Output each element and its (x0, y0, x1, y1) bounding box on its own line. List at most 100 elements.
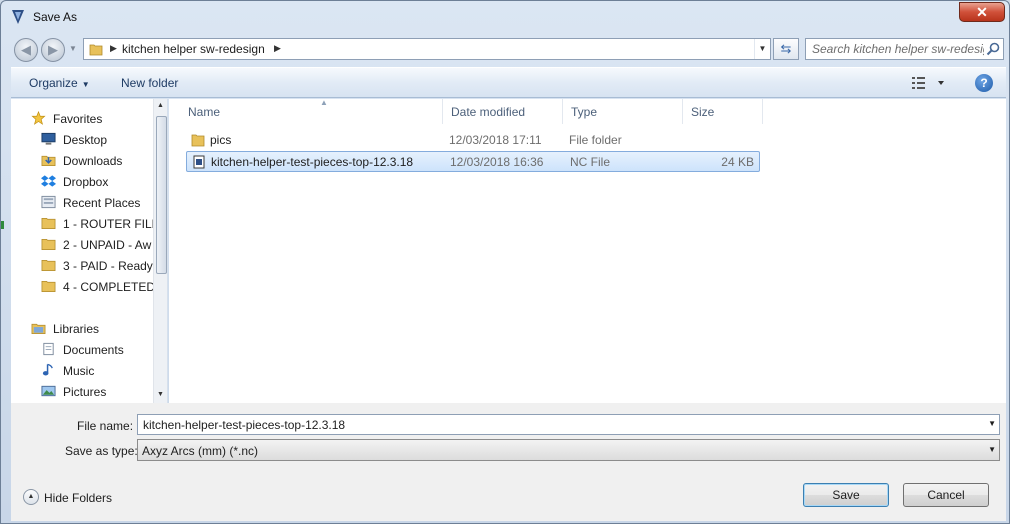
save-button[interactable]: Save (803, 483, 889, 507)
folder-icon (41, 238, 56, 250)
column-size-label: Size (691, 105, 715, 119)
star-icon (31, 111, 46, 125)
nav-item-label: Documents (63, 343, 124, 357)
organize-menu[interactable]: Organize ▼ (29, 76, 90, 90)
nav-item-unpaid[interactable]: 2 - UNPAID - Aw (11, 234, 154, 255)
nav-item-pictures[interactable]: Pictures (11, 381, 154, 402)
search-placeholder: Search kitchen helper sw-redesign (812, 42, 984, 56)
nav-favorites-label: Favorites (53, 112, 103, 126)
file-name-label: File name: (77, 419, 134, 433)
nav-item-label: Music (63, 364, 95, 378)
nav-libraries[interactable]: Libraries (11, 318, 154, 339)
chevron-down-icon: ▼ (81, 80, 90, 89)
window-title: Save As (33, 10, 78, 24)
address-history-dropdown[interactable]: ▼ (754, 39, 770, 59)
nav-item-recent-places[interactable]: Recent Places (11, 192, 154, 213)
nav-item-dropbox[interactable]: Dropbox (11, 171, 154, 192)
breadcrumb-separator-icon[interactable]: ▶ (274, 43, 281, 54)
desktop-icon (41, 132, 56, 145)
list-item-selected[interactable]: kitchen-helper-test-pieces-top-12.3.18 1… (186, 151, 760, 172)
nav-item-downloads[interactable]: Downloads (11, 150, 154, 171)
refresh-button[interactable]: ⇆ (773, 38, 799, 60)
recent-places-icon (41, 195, 56, 209)
search-input[interactable]: Search kitchen helper sw-redesign (805, 38, 1004, 60)
column-header-date[interactable]: Date modified (443, 99, 563, 124)
save-as-dialog: Save As ✕ ◀ ▶ ▼ ▶ kitchen helper sw-rede… (0, 0, 1010, 524)
column-header-name[interactable]: Name ▲ (180, 98, 443, 124)
nav-item-label: Downloads (63, 154, 123, 168)
nav-libraries-label: Libraries (53, 322, 100, 336)
new-folder-button[interactable]: New folder (121, 76, 178, 90)
cancel-button[interactable]: Cancel (903, 483, 989, 507)
nav-item-router-file[interactable]: 1 - ROUTER FILE (11, 213, 154, 234)
file-size: 24 KB (721, 155, 754, 169)
column-type-label: Type (571, 105, 598, 119)
scroll-down-icon[interactable]: ▼ (157, 391, 164, 398)
address-bar[interactable]: ▶ kitchen helper sw-redesign ▶ ▼ (83, 38, 771, 60)
column-header-size[interactable]: Size (683, 99, 763, 124)
nav-item-label: 1 - ROUTER FILE (63, 217, 154, 231)
folder-icon (41, 280, 56, 292)
breadcrumb-current-folder[interactable]: kitchen helper sw-redesign (122, 42, 265, 56)
nav-item-label: 4 - COMPLETED (63, 280, 154, 294)
file-name: pics (210, 133, 232, 147)
forward-button[interactable]: ▶ (41, 38, 65, 62)
list-item[interactable]: pics 12/03/2018 17:11 File folder (186, 130, 760, 151)
nav-item-paid[interactable]: 3 - PAID - Ready (11, 255, 154, 276)
column-name-label: Name (188, 105, 221, 119)
search-icon[interactable] (986, 42, 1000, 56)
nav-item-music[interactable]: Music (11, 360, 154, 381)
file-name-input[interactable]: kitchen-helper-test-pieces-top-12.3.18 ▼ (137, 414, 1000, 435)
documents-icon (43, 342, 54, 356)
libraries-icon (31, 323, 46, 334)
navigation-scrollbar[interactable]: ▲ ▼ (153, 99, 167, 403)
column-header-type[interactable]: Type (563, 99, 683, 124)
file-list: Name ▲ Date modified Type Size pics 12/0… (169, 98, 1006, 403)
app-icon (12, 10, 24, 24)
close-button[interactable]: ✕ (959, 2, 1005, 22)
file-name-value: kitchen-helper-test-pieces-top-12.3.18 (143, 418, 346, 432)
command-toolbar: Organize ▼ New folder ? (11, 67, 1006, 98)
nav-item-label: Dropbox (63, 175, 109, 189)
nav-item-desktop[interactable]: Desktop (11, 129, 154, 150)
save-form: File name: kitchen-helper-test-pieces-to… (11, 403, 1006, 521)
chevron-down-icon[interactable]: ▼ (988, 419, 996, 428)
nav-item-completed[interactable]: 4 - COMPLETED (11, 276, 154, 297)
nav-item-documents[interactable]: Documents (11, 339, 154, 360)
nav-item-label: Pictures (63, 385, 107, 399)
background-window-edge (1, 221, 4, 229)
folder-icon (191, 134, 205, 147)
file-date: 12/03/2018 16:36 (450, 155, 544, 169)
collapse-up-icon: ▲ (23, 489, 39, 505)
sort-ascending-icon: ▲ (320, 98, 328, 107)
folder-icon (89, 44, 103, 56)
save-type-value: Axyz Arcs (mm) (*.nc) (142, 444, 258, 458)
music-icon (42, 363, 53, 376)
title-bar[interactable]: Save As ✕ (1, 1, 1009, 33)
navigation-pane: Favorites Desktop Downloads Dropbox Rece… (11, 99, 168, 403)
organize-label: Organize (29, 76, 78, 90)
file-name: kitchen-helper-test-pieces-top-12.3.18 (211, 155, 414, 169)
file-type: NC File (570, 155, 611, 169)
recent-pages-dropdown[interactable]: ▼ (69, 44, 77, 53)
nav-favorites[interactable]: Favorites (11, 108, 154, 129)
column-date-label: Date modified (451, 105, 526, 119)
nav-item-label: 3 - PAID - Ready (63, 259, 153, 273)
file-date: 12/03/2018 17:11 (449, 133, 542, 147)
change-view-icon[interactable] (911, 75, 951, 91)
nc-file-icon (193, 155, 205, 169)
save-type-label: Save as type: (65, 444, 138, 458)
dropbox-icon (41, 175, 56, 187)
help-icon[interactable]: ? (975, 74, 993, 92)
breadcrumb-separator-icon[interactable]: ▶ (110, 43, 117, 54)
downloads-icon (41, 155, 56, 166)
scroll-up-icon[interactable]: ▲ (157, 102, 164, 109)
folder-icon (41, 259, 56, 271)
chevron-down-icon[interactable]: ▼ (988, 445, 996, 454)
save-type-select[interactable]: Axyz Arcs (mm) (*.nc) ▼ (137, 439, 1000, 461)
pictures-icon (41, 385, 56, 397)
back-button[interactable]: ◀ (14, 38, 38, 62)
nav-item-label: Recent Places (63, 196, 141, 210)
scrollbar-thumb[interactable] (156, 116, 167, 274)
file-type: File folder (569, 133, 622, 147)
